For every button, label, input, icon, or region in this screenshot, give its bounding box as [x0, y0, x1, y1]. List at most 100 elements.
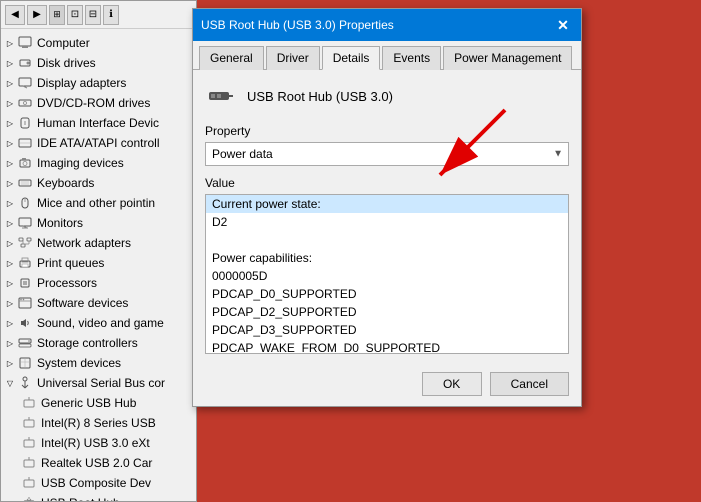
tree-item-label: USB Root Hub	[41, 496, 120, 502]
tree-item-usb[interactable]: ▽ Universal Serial Bus cor	[1, 373, 196, 393]
tab-details[interactable]: Details	[322, 46, 381, 70]
tree-item-usb-root[interactable]: USB Root Hub	[1, 493, 196, 502]
tree-item-keyboard[interactable]: ▷ Keyboards	[1, 173, 196, 193]
tree-item-label: DVD/CD-ROM drives	[37, 96, 150, 110]
tree-item-label: Computer	[37, 36, 90, 50]
tree-item-disk[interactable]: ▷ Disk drives	[1, 53, 196, 73]
tree-item-label: Sound, video and game	[37, 316, 164, 330]
dialog-buttons: OK Cancel	[193, 364, 581, 406]
expand-arrow: ▷	[5, 258, 15, 268]
tree-item-hid[interactable]: ▷ Human Interface Devic	[1, 113, 196, 133]
expand-arrow: ▷	[5, 198, 15, 208]
display-icon	[17, 75, 33, 91]
tree-item-label: Universal Serial Bus cor	[37, 376, 165, 390]
tree-item-label: Processors	[37, 276, 97, 290]
tree-item-ide[interactable]: ▷ IDE ATA/ATAPI controll	[1, 133, 196, 153]
tree-item-dvd[interactable]: ▷ DVD/CD-ROM drives	[1, 93, 196, 113]
tab-driver[interactable]: Driver	[266, 46, 320, 70]
tree-item-network[interactable]: ▷ Network adapters	[1, 233, 196, 253]
tree-item-label: Display adapters	[37, 76, 126, 90]
toolbar: ◀ ▶ ⊞ ⊡ ⊟ ℹ	[1, 1, 196, 29]
expand-arrow: ▷	[5, 298, 15, 308]
tree-item-mice[interactable]: ▷ Mice and other pointin	[1, 193, 196, 213]
toolbar-btn4[interactable]: ℹ	[103, 5, 119, 25]
tree-item-usb-composite[interactable]: USB Composite Dev	[1, 473, 196, 493]
expand-arrow: ▷	[5, 118, 15, 128]
toolbar-btn3[interactable]: ⊟	[85, 5, 101, 25]
ide-icon	[17, 135, 33, 151]
tree-item-intel-usb3[interactable]: Intel(R) USB 3.0 eXt	[1, 433, 196, 453]
usb-device-icon	[21, 455, 37, 471]
value-item-d2: D2	[206, 213, 568, 231]
system-icon	[17, 355, 33, 371]
tree-item-label: Intel(R) USB 3.0 eXt	[41, 436, 150, 450]
usb-device-icon	[21, 395, 37, 411]
processor-icon	[17, 275, 33, 291]
tree-item-storage[interactable]: ▷ Storage controllers	[1, 333, 196, 353]
expand-arrow: ▷	[5, 178, 15, 188]
tree-item-imaging[interactable]: ▷ Imaging devices	[1, 153, 196, 173]
tree-item-label: Disk drives	[37, 56, 96, 70]
tree-item-intel8[interactable]: Intel(R) 8 Series USB	[1, 413, 196, 433]
expand-arrow: ▷	[5, 238, 15, 248]
usb-device-icon	[21, 435, 37, 451]
tree-item-label: Generic USB Hub	[41, 396, 136, 410]
tree-item-label: Software devices	[37, 296, 128, 310]
tree-item-processors[interactable]: ▷ Processors	[1, 273, 196, 293]
value-item-pdcap-d3: PDCAP_D3_SUPPORTED	[206, 321, 568, 339]
mouse-icon	[17, 195, 33, 211]
property-select[interactable]: Power data	[205, 142, 569, 166]
printer-icon	[17, 255, 33, 271]
tree-item-label: Mice and other pointin	[37, 196, 155, 210]
usb-icon	[17, 375, 33, 391]
expand-arrow: ▷	[5, 58, 15, 68]
tree-item-monitors[interactable]: ▷ Monitors	[1, 213, 196, 233]
tab-power-management[interactable]: Power Management	[443, 46, 572, 70]
expand-arrow: ▷	[5, 38, 15, 48]
expand-arrow: ▷	[5, 318, 15, 328]
usb-device-icon	[21, 475, 37, 491]
tree-item-sound[interactable]: ▷ Sound, video and game	[1, 313, 196, 333]
toolbar-btn1[interactable]: ⊞	[49, 5, 65, 25]
tree-item-realtek[interactable]: Realtek USB 2.0 Car	[1, 453, 196, 473]
expand-arrow: ▷	[5, 98, 15, 108]
ok-button[interactable]: OK	[422, 372, 482, 396]
dialog-titlebar: USB Root Hub (USB 3.0) Properties ✕	[193, 9, 581, 41]
value-item-pdcap-d2: PDCAP_D2_SUPPORTED	[206, 303, 568, 321]
dvd-icon	[17, 95, 33, 111]
tree-item-label: IDE ATA/ATAPI controll	[37, 136, 159, 150]
tree-item-label: USB Composite Dev	[41, 476, 151, 490]
monitor-icon	[17, 215, 33, 231]
value-listbox[interactable]: Current power state: D2 Power capabiliti…	[205, 194, 569, 354]
expand-arrow: ▷	[5, 338, 15, 348]
disk-icon	[17, 55, 33, 71]
tree-item-display[interactable]: ▷ Display adapters	[1, 73, 196, 93]
dialog-content: USB Root Hub (USB 3.0) Property Power da…	[193, 70, 581, 364]
tree-item-software[interactable]: ▷ Software devices	[1, 293, 196, 313]
tab-events[interactable]: Events	[382, 46, 441, 70]
value-item-pdcap-wake-d0: PDCAP_WAKE_FROM_D0_SUPPORTED	[206, 339, 568, 354]
dialog-title: USB Root Hub (USB 3.0) Properties	[201, 18, 394, 32]
tree-item-label: Imaging devices	[37, 156, 124, 170]
toolbar-forward[interactable]: ▶	[27, 5, 47, 25]
tree-item-label: Intel(R) 8 Series USB	[41, 416, 156, 430]
tree-item-print[interactable]: ▷ Print queues	[1, 253, 196, 273]
dialog-close-button[interactable]: ✕	[553, 15, 573, 35]
software-icon	[17, 295, 33, 311]
tab-general[interactable]: General	[199, 46, 264, 70]
value-item-pdcap-d0: PDCAP_D0_SUPPORTED	[206, 285, 568, 303]
sound-icon	[17, 315, 33, 331]
value-item-empty1	[206, 231, 568, 249]
tree-item-computer[interactable]: ▷ Computer	[1, 33, 196, 53]
tabs-bar: General Driver Details Events Power Mana…	[193, 41, 581, 70]
computer-icon	[17, 35, 33, 51]
tree-item-system[interactable]: ▷ System devices	[1, 353, 196, 373]
device-tree: ▷ Computer ▷ Disk drives ▷ Display adapt…	[1, 29, 196, 502]
toolbar-back[interactable]: ◀	[5, 5, 25, 25]
cancel-button[interactable]: Cancel	[490, 372, 569, 396]
expand-arrow: ▷	[5, 358, 15, 368]
toolbar-btn2[interactable]: ⊡	[67, 5, 83, 25]
tree-item-label: Monitors	[37, 216, 83, 230]
property-select-wrapper: Power data ▼	[205, 142, 569, 166]
tree-item-generic-hub[interactable]: Generic USB Hub	[1, 393, 196, 413]
